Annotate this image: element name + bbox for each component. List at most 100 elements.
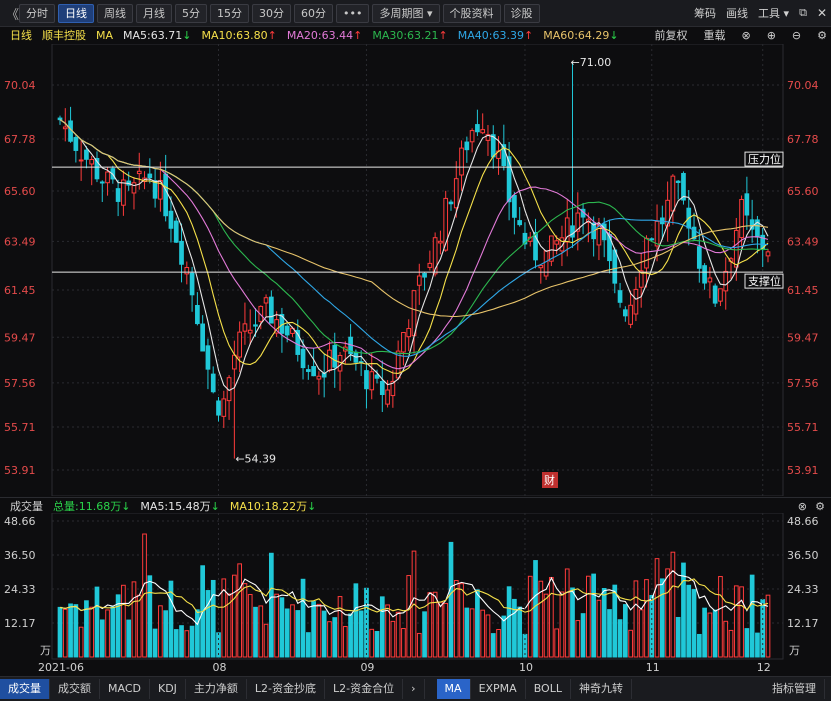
candle-body[interactable] [702,265,707,284]
candle-body[interactable] [369,371,375,391]
volume-bar[interactable] [469,608,475,658]
volume-bar[interactable] [628,629,633,658]
volume-bar[interactable] [712,609,718,658]
volume-bar[interactable] [290,604,295,658]
close-icon[interactable]: ⊗ [741,29,750,42]
candle-body[interactable] [379,380,385,395]
candle-body[interactable] [696,246,702,269]
volume-bar[interactable] [173,629,179,658]
volume-bar[interactable] [564,568,570,658]
candle-body[interactable] [168,210,174,229]
volume-bar[interactable] [316,603,322,658]
volume-bar[interactable] [99,619,105,658]
draw-line-button[interactable]: 画线 [726,5,748,21]
volume-bar[interactable] [253,606,258,658]
candle-body[interactable] [57,117,63,121]
candle-body[interactable] [723,270,729,292]
candle-body[interactable] [242,323,248,332]
volume-bar[interactable] [163,610,169,658]
candle-body[interactable] [628,304,633,325]
volume-bar[interactable] [765,594,771,658]
volume-bar[interactable] [89,606,95,658]
volume-bar[interactable] [739,586,744,658]
candle-body[interactable] [84,149,89,160]
period-button[interactable]: 60分 [294,3,333,23]
overlay-tab[interactable]: MA [436,679,471,699]
volume-bar[interactable] [305,632,311,658]
volume-bar[interactable] [57,606,63,658]
volume-bar[interactable] [496,628,501,658]
volume-bar[interactable] [337,596,343,658]
volume-bar[interactable] [416,632,422,658]
candle-body[interactable] [247,329,253,334]
volume-bar[interactable] [263,623,269,658]
volume-bar[interactable] [622,604,628,658]
volume-bar[interactable] [533,560,538,658]
candle-body[interactable] [284,325,290,336]
candle-body[interactable] [263,297,269,304]
volume-bar[interactable] [633,580,639,658]
period-button[interactable]: 周线 [97,3,133,23]
volume-bar[interactable] [353,583,359,658]
indicator-manage-button[interactable]: 指标管理 [764,679,825,699]
volume-bar[interactable] [274,593,279,658]
candle-body[interactable] [718,288,723,302]
candle-body[interactable] [649,238,655,241]
candle-body[interactable] [427,262,433,268]
period-button[interactable]: ••• [336,3,370,23]
volume-bar[interactable] [348,613,353,658]
restore-icon[interactable]: ⧉ [799,6,807,20]
candle-body[interactable] [115,188,121,202]
volume-bar[interactable] [73,604,79,658]
volume-bar[interactable] [686,584,692,658]
indicator-tab[interactable]: L2-资金合位 [325,679,404,699]
volume-bar[interactable] [749,574,755,658]
multi-period-dropdown[interactable]: 多周期图 ▾ [372,3,440,23]
volume-bar[interactable] [601,588,607,658]
volume-bar[interactable] [105,609,110,658]
diagnose-button[interactable]: 诊股 [503,3,540,23]
volume-bar[interactable] [205,590,211,658]
volume-bar[interactable] [638,609,644,658]
volume-bar[interactable] [131,581,137,658]
volume-bar[interactable] [210,579,216,658]
volume-bar[interactable] [258,605,264,658]
volume-bar[interactable] [374,631,380,658]
volume-bar[interactable] [744,628,750,658]
candle-body[interactable] [253,324,258,327]
volume-bar[interactable] [543,593,549,658]
candle-body[interactable] [184,267,190,275]
candle-body[interactable] [675,180,681,183]
candle-body[interactable] [554,240,560,245]
volume-bar[interactable] [723,620,729,658]
candle-body[interactable] [311,366,316,377]
volume-bar[interactable] [665,568,670,658]
volume-bar[interactable] [459,583,464,658]
candle-body[interactable] [173,220,179,243]
candle-body[interactable] [617,290,623,303]
volume-bar[interactable] [401,628,406,658]
candle-body[interactable] [607,233,612,262]
volume-bar[interactable] [68,603,73,658]
candle-body[interactable] [459,147,464,176]
candle-body[interactable] [121,179,126,206]
volume-bar[interactable] [691,589,697,658]
candle-body[interactable] [416,275,422,286]
candle-body[interactable] [385,389,390,405]
volume-bar[interactable] [390,620,396,658]
candle-body[interactable] [411,290,417,337]
volume-bar[interactable] [395,611,401,658]
volume-bar[interactable] [242,583,248,658]
indicator-tab[interactable]: 成交额 [50,679,100,699]
volume-bar[interactable] [311,601,316,658]
volume-bar[interactable] [475,589,480,658]
volume-bar[interactable] [506,586,512,658]
volume-bar[interactable] [147,575,153,658]
volume-bar[interactable] [78,626,84,658]
candle-body[interactable] [305,369,311,372]
candle-body[interactable] [152,180,158,199]
candle-body[interactable] [78,159,84,162]
volume-bar[interactable] [644,579,649,658]
candle-body[interactable] [422,273,427,278]
back-button[interactable]: 《 [6,4,19,23]
